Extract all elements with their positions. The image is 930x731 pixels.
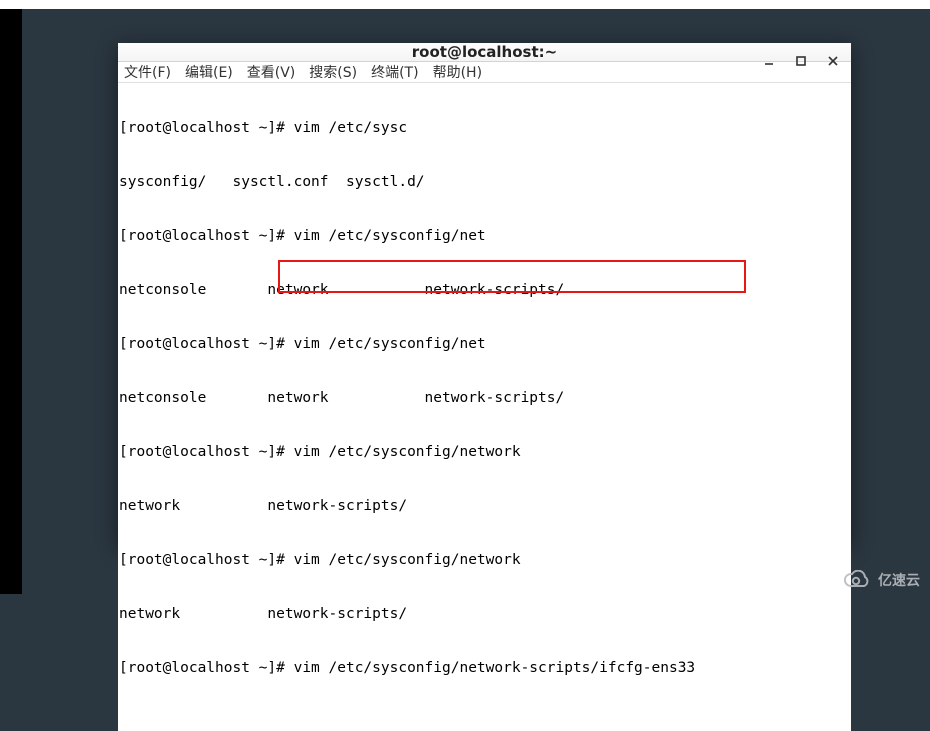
- terminal-window: root@localhost:~ 文件(F) 编辑(E) 查看(V) 搜索(S)…: [118, 43, 851, 545]
- menu-terminal[interactable]: 终端(T): [371, 62, 418, 82]
- terminal-line: netconsole network network-scripts/: [119, 281, 850, 299]
- terminal-line: [root@localhost ~]# vim /etc/sysconfig/n…: [119, 335, 850, 353]
- minimize-button[interactable]: [757, 49, 781, 73]
- menu-help[interactable]: 帮助(H): [433, 62, 482, 82]
- terminal-line: [root@localhost ~]# vim /etc/sysconfig/n…: [119, 227, 850, 245]
- titlebar[interactable]: root@localhost:~: [118, 43, 851, 62]
- close-button[interactable]: [821, 49, 845, 73]
- terminal-line: [root@localhost ~]# vim /etc/sysconfig/n…: [119, 551, 850, 569]
- window-title: root@localhost:~: [118, 43, 851, 61]
- terminal-line: network network-scripts/: [119, 497, 850, 515]
- terminal-line: [root@localhost ~]# vim /etc/sysconfig/n…: [119, 443, 850, 461]
- desktop-left-shadow: [0, 9, 22, 594]
- browser-chrome-edge: [0, 0, 930, 9]
- terminal-line: [root@localhost ~]# vim /etc/sysc: [119, 119, 850, 137]
- maximize-button[interactable]: [789, 49, 813, 73]
- window-controls: [757, 43, 845, 79]
- menu-search[interactable]: 搜索(S): [309, 62, 357, 82]
- terminal-line: [root@localhost ~]# vim /etc/sysconfig/n…: [119, 659, 850, 677]
- watermark: 亿速云: [842, 570, 920, 590]
- menu-view[interactable]: 查看(V): [247, 62, 296, 82]
- cloud-icon: [842, 570, 872, 590]
- menubar: 文件(F) 编辑(E) 查看(V) 搜索(S) 终端(T) 帮助(H): [118, 62, 851, 83]
- terminal-line: sysconfig/ sysctl.conf sysctl.d/: [119, 173, 850, 191]
- terminal-line: netconsole network network-scripts/: [119, 389, 850, 407]
- menu-file[interactable]: 文件(F): [124, 62, 171, 82]
- terminal-line: network network-scripts/: [119, 605, 850, 623]
- watermark-text: 亿速云: [878, 570, 920, 590]
- terminal-body[interactable]: [root@localhost ~]# vim /etc/sysc syscon…: [118, 83, 851, 731]
- menu-edit[interactable]: 编辑(E): [185, 62, 233, 82]
